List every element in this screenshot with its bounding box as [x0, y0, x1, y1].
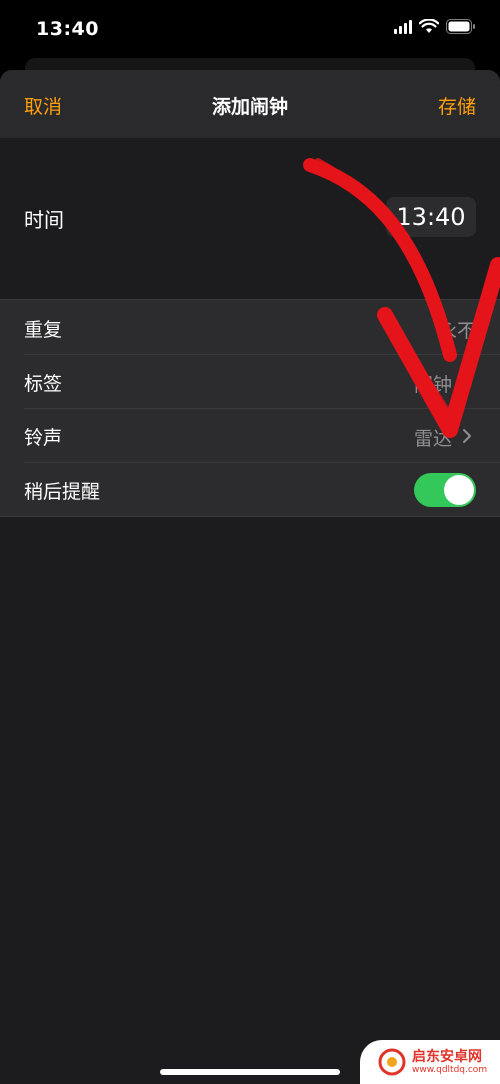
save-button[interactable]: 存储 — [438, 92, 476, 119]
status-time: 13:40 — [36, 18, 99, 40]
time-label: 时间 — [24, 208, 64, 232]
red-arrow-annotation — [303, 158, 500, 438]
snooze-toggle[interactable] — [414, 473, 476, 507]
repeat-label: 重复 — [24, 319, 63, 341]
status-icons — [394, 19, 476, 34]
wifi-icon — [419, 19, 439, 33]
home-indicator — [160, 1069, 340, 1075]
snooze-row: 稍后提醒 — [0, 462, 500, 516]
page-title: 添加闹钟 — [211, 96, 288, 118]
watermark-title: 启东安卓网 — [412, 1048, 482, 1065]
nav-bar: 取消 添加闹钟 存储 — [0, 70, 500, 139]
label-label: 标签 — [24, 373, 63, 395]
watermark: 启东安卓网 www.qdltdq.com — [360, 1040, 500, 1084]
watermark-url: www.qdltdq.com — [412, 1064, 488, 1075]
status-bar: 13:40 — [0, 0, 500, 62]
toggle-knob — [444, 475, 474, 505]
sound-label: 铃声 — [24, 427, 63, 449]
battery-icon — [446, 19, 475, 34]
snooze-label: 稍后提醒 — [24, 481, 101, 503]
watermark-logo-icon — [378, 1048, 406, 1076]
signal-icon — [394, 19, 412, 34]
